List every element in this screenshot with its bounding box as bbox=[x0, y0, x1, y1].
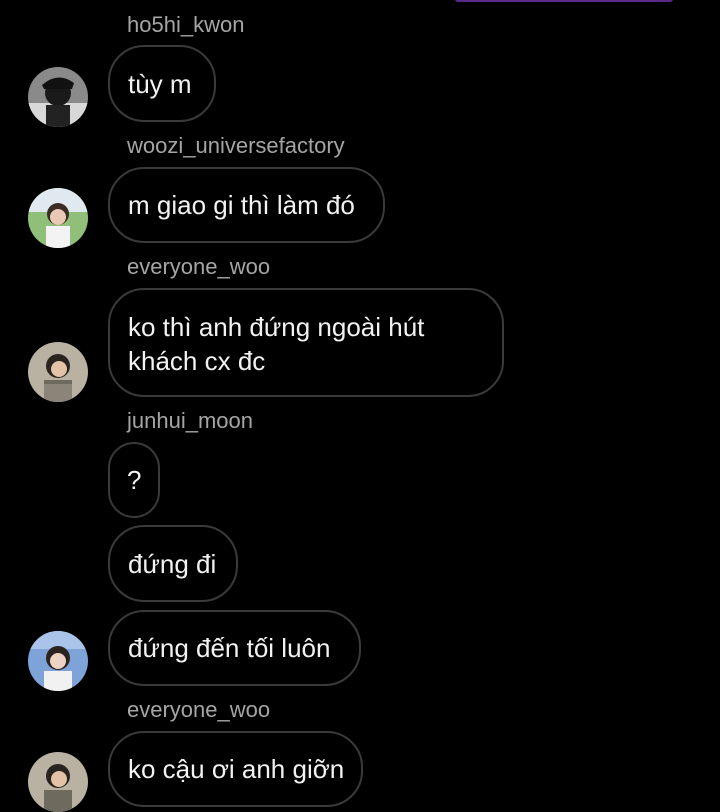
sender-username[interactable]: ho5hi_kwon bbox=[127, 12, 244, 38]
message-bubble[interactable]: tùy m bbox=[108, 45, 216, 122]
avatar[interactable] bbox=[28, 752, 88, 812]
top-accent-bar bbox=[455, 0, 673, 2]
sender-username[interactable]: everyone_woo bbox=[127, 697, 270, 723]
message-bubble[interactable]: ko thì anh đứng ngoài hút khách cx đc bbox=[108, 288, 504, 397]
message-text: ko cậu ơi anh giỡn bbox=[128, 754, 345, 784]
avatar[interactable] bbox=[28, 67, 88, 127]
message-text: tùy m bbox=[128, 68, 192, 99]
avatar[interactable] bbox=[28, 188, 88, 248]
avatar[interactable] bbox=[28, 631, 88, 691]
message-bubble[interactable]: ko cậu ơi anh giỡn bbox=[108, 731, 363, 807]
message-bubble[interactable]: đứng đi bbox=[108, 525, 238, 602]
message-text: ? bbox=[127, 465, 142, 495]
message-bubble[interactable]: đứng đến tối luôn bbox=[108, 610, 361, 686]
sender-username[interactable]: everyone_woo bbox=[127, 254, 270, 280]
sender-username[interactable]: junhui_moon bbox=[127, 408, 253, 434]
message-text: đứng đến tối luôn bbox=[128, 633, 331, 663]
message-text: ko thì anh đứng ngoài hút khách cx đc bbox=[128, 312, 425, 376]
message-text: đứng đi bbox=[128, 548, 217, 579]
message-text: m giao gi thì làm đó bbox=[128, 190, 355, 220]
sender-username[interactable]: woozi_universefactory bbox=[127, 133, 345, 159]
avatar[interactable] bbox=[28, 342, 88, 402]
message-bubble[interactable]: ? bbox=[108, 442, 160, 518]
message-bubble[interactable]: m giao gi thì làm đó bbox=[108, 167, 385, 243]
